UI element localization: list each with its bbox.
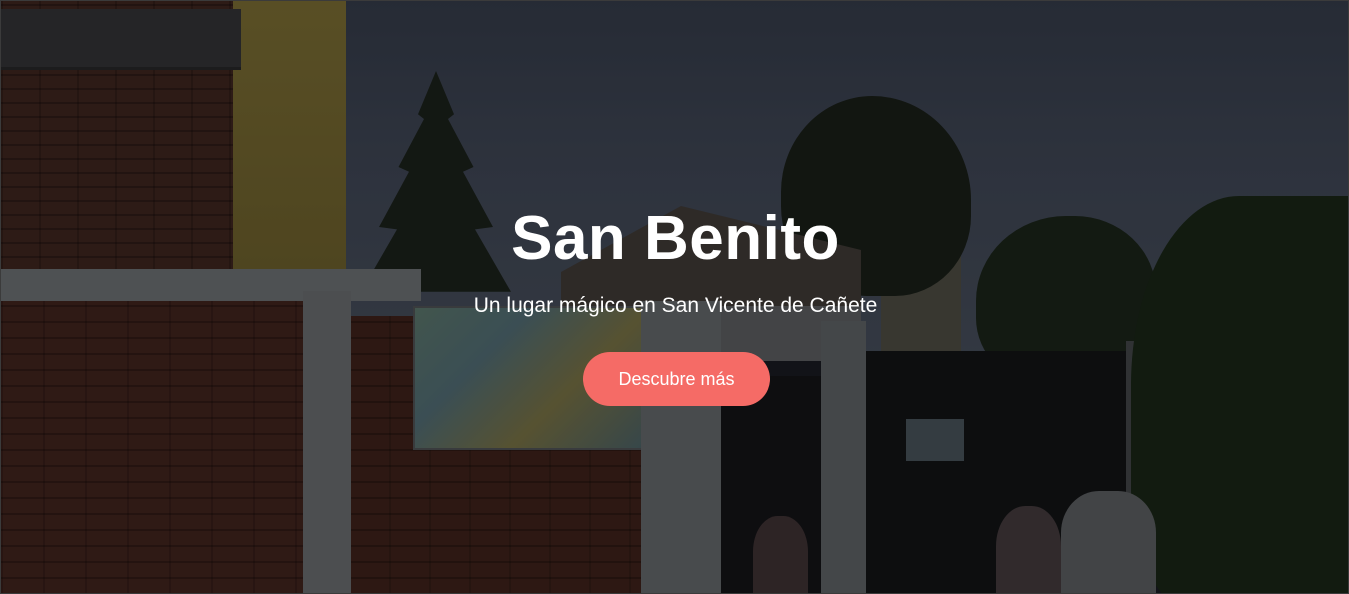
- discover-more-button[interactable]: Descubre más: [583, 352, 770, 406]
- hero-section: San Benito Un lugar mágico en San Vicent…: [0, 0, 1349, 594]
- hero-subtitle: Un lugar mágico en San Vicente de Cañete: [473, 294, 878, 317]
- hero-content: San Benito Un lugar mágico en San Vicent…: [1, 1, 1348, 593]
- hero-title: San Benito: [511, 204, 840, 273]
